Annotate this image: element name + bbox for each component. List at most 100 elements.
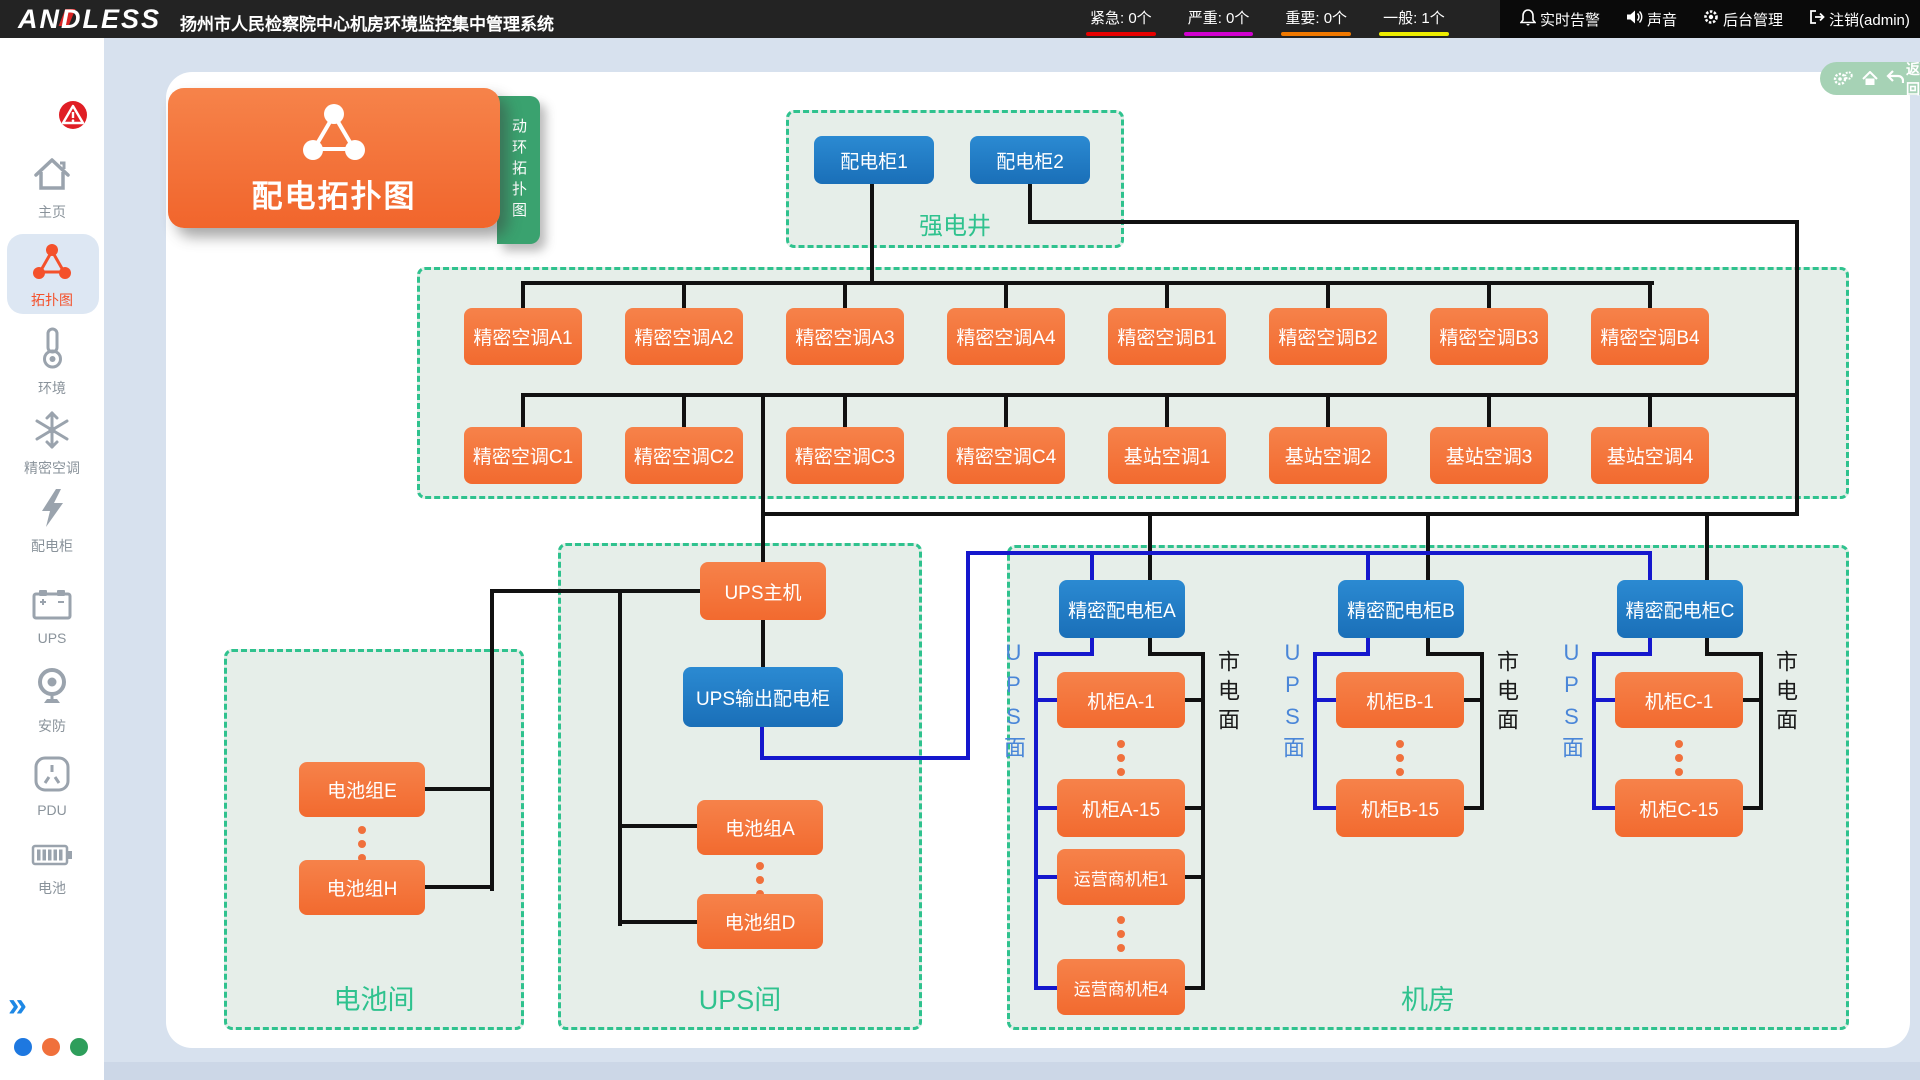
molecule-icon: [168, 102, 500, 169]
alarm-important[interactable]: 重要: 0个: [1281, 7, 1351, 36]
brand-logo-text: ANDLESS: [18, 4, 161, 34]
node-ac-b2[interactable]: 精密空调B2: [1269, 308, 1387, 365]
alarm-important-count: 0个: [1324, 10, 1347, 27]
node-ac-a4[interactable]: 精密空调A4: [947, 308, 1065, 365]
node-precision-pdu-b[interactable]: 精密配电柜B: [1338, 580, 1464, 638]
sidebar-item-ups-label: UPS: [0, 630, 104, 646]
node-ac-c1[interactable]: 精密空调C1: [464, 427, 582, 484]
alarm-important-bar: [1281, 32, 1351, 36]
connector-line: [620, 824, 699, 828]
section-battery-room: [224, 649, 524, 1030]
sidebar-item-power-cabinet-label: 配电柜: [0, 536, 104, 556]
node-battery-group-a[interactable]: 电池组A: [697, 800, 823, 855]
admin-console-button[interactable]: 后台管理: [1703, 9, 1783, 30]
sidebar-item-battery[interactable]: 电池: [0, 840, 104, 898]
sidebar-item-pdu[interactable]: PDU: [0, 754, 104, 818]
ups-line: [1038, 698, 1057, 702]
ups-line: [966, 553, 970, 760]
node-precision-pdu-a[interactable]: 精密配电柜A: [1059, 580, 1185, 638]
app-root: ANDLESS 扬州市人民检察院中心机房环境监控集中管理系统 紧急: 0个 严重…: [0, 0, 1920, 1080]
node-ups-host[interactable]: UPS主机: [700, 562, 826, 620]
sidebar-item-home[interactable]: 主页: [0, 154, 104, 222]
node-ac-b3[interactable]: 精密空调B3: [1430, 308, 1548, 365]
horizontal-scrollbar[interactable]: [104, 1062, 1920, 1080]
sound-button[interactable]: 声音: [1626, 9, 1677, 30]
home-mini-icon[interactable]: [1862, 71, 1878, 86]
node-battery-group-e[interactable]: 电池组E: [299, 762, 425, 817]
node-rack-b15[interactable]: 机柜B-15: [1336, 779, 1464, 837]
connector-line: [1743, 806, 1761, 810]
node-battery-group-h[interactable]: 电池组H: [299, 860, 425, 915]
node-carrier-rack-1[interactable]: 运营商机柜1: [1057, 849, 1185, 905]
node-rack-a1[interactable]: 机柜A-1: [1057, 672, 1185, 728]
alarm-general[interactable]: 一般: 1个: [1379, 7, 1449, 36]
ups-line: [1034, 652, 1094, 656]
connector-line: [425, 787, 492, 791]
pager-dot-green[interactable]: [70, 1038, 88, 1056]
pager-dot-blue[interactable]: [14, 1038, 32, 1056]
node-ac-a3[interactable]: 精密空调A3: [786, 308, 904, 365]
connector-line: [761, 620, 765, 667]
connector-line: [843, 283, 847, 310]
pager-dot-orange[interactable]: [42, 1038, 60, 1056]
alarm-severe[interactable]: 严重: 0个: [1184, 7, 1254, 36]
ellipsis-dots: [1396, 740, 1404, 776]
node-rack-c15[interactable]: 机柜C-15: [1615, 779, 1743, 837]
node-base-ac-4[interactable]: 基站空调4: [1591, 427, 1709, 484]
node-base-ac-2[interactable]: 基站空调2: [1269, 427, 1387, 484]
node-ac-c4[interactable]: 精密空调C4: [947, 427, 1065, 484]
node-battery-group-d[interactable]: 电池组D: [697, 894, 823, 949]
sidebar-item-security-label: 安防: [0, 716, 104, 736]
sidebar-item-security[interactable]: 安防: [0, 666, 104, 736]
connector-line: [1426, 652, 1484, 656]
node-ac-a1[interactable]: 精密空调A1: [464, 308, 582, 365]
back-button-label: 返回: [1906, 59, 1920, 99]
node-ac-b4[interactable]: 精密空调B4: [1591, 308, 1709, 365]
node-ac-c3[interactable]: 精密空调C3: [786, 427, 904, 484]
node-base-ac-3[interactable]: 基站空调3: [1430, 427, 1548, 484]
settings-gears-icon[interactable]: [1832, 71, 1854, 87]
alarm-critical[interactable]: 紧急: 0个: [1086, 7, 1156, 36]
node-ac-c2[interactable]: 精密空调C2: [625, 427, 743, 484]
alarm-severe-label: 严重:: [1188, 10, 1222, 27]
node-rack-a15[interactable]: 机柜A-15: [1057, 779, 1185, 837]
node-rack-c1[interactable]: 机柜C-1: [1615, 672, 1743, 728]
node-precision-pdu-c[interactable]: 精密配电柜C: [1617, 580, 1743, 638]
connector-line: [1464, 806, 1482, 810]
ellipsis-dots: [358, 826, 366, 862]
node-distribution-cabinet-2[interactable]: 配电柜2: [970, 136, 1090, 184]
label-ups-room: UPS间: [558, 978, 922, 1017]
tab-env-topology[interactable]: 动环拓扑图: [497, 96, 540, 244]
snowflake-icon: [31, 437, 73, 454]
sidebar-item-power-cabinet[interactable]: 配电柜: [0, 488, 104, 556]
node-distribution-cabinet-1[interactable]: 配电柜1: [814, 136, 934, 184]
node-rack-b1[interactable]: 机柜B-1: [1336, 672, 1464, 728]
sidebar-item-precision-ac[interactable]: 精密空调: [0, 410, 104, 478]
back-button[interactable]: 返回: [1886, 59, 1920, 99]
sidebar: 主页 拓扑图 环境 精密空调 配电柜 UPS 安防 P: [0, 38, 104, 1080]
home-icon: [30, 181, 74, 198]
node-ups-output-cabinet[interactable]: UPS输出配电柜: [683, 667, 843, 727]
ups-line: [1038, 875, 1057, 879]
ellipsis-dots: [756, 862, 764, 898]
alarm-critical-label: 紧急:: [1090, 10, 1124, 27]
node-ac-a2[interactable]: 精密空调A2: [625, 308, 743, 365]
sound-label: 声音: [1647, 9, 1677, 30]
bus-line-mains-C: [1759, 652, 1763, 810]
connector-line: [682, 283, 686, 310]
connector-line: [1185, 875, 1203, 879]
connector-line: [1705, 652, 1763, 656]
logout-button[interactable]: 注销(admin): [1809, 9, 1910, 30]
alarm-general-label: 一般:: [1383, 10, 1417, 27]
node-base-ac-1[interactable]: 基站空调1: [1108, 427, 1226, 484]
sidebar-pager-dots: [14, 1038, 88, 1056]
sidebar-item-ups[interactable]: UPS: [0, 586, 104, 646]
node-ac-b1[interactable]: 精密空调B1: [1108, 308, 1226, 365]
realtime-alarm-button[interactable]: 实时告警: [1520, 9, 1600, 30]
ups-line: [1317, 806, 1336, 810]
sidebar-item-topology[interactable]: 拓扑图: [0, 242, 104, 310]
sidebar-expand-button[interactable]: »: [8, 986, 27, 1025]
connector-line: [618, 589, 622, 926]
bus-line-mains-feed: [761, 512, 1799, 516]
sidebar-item-environment[interactable]: 环境: [0, 326, 104, 398]
